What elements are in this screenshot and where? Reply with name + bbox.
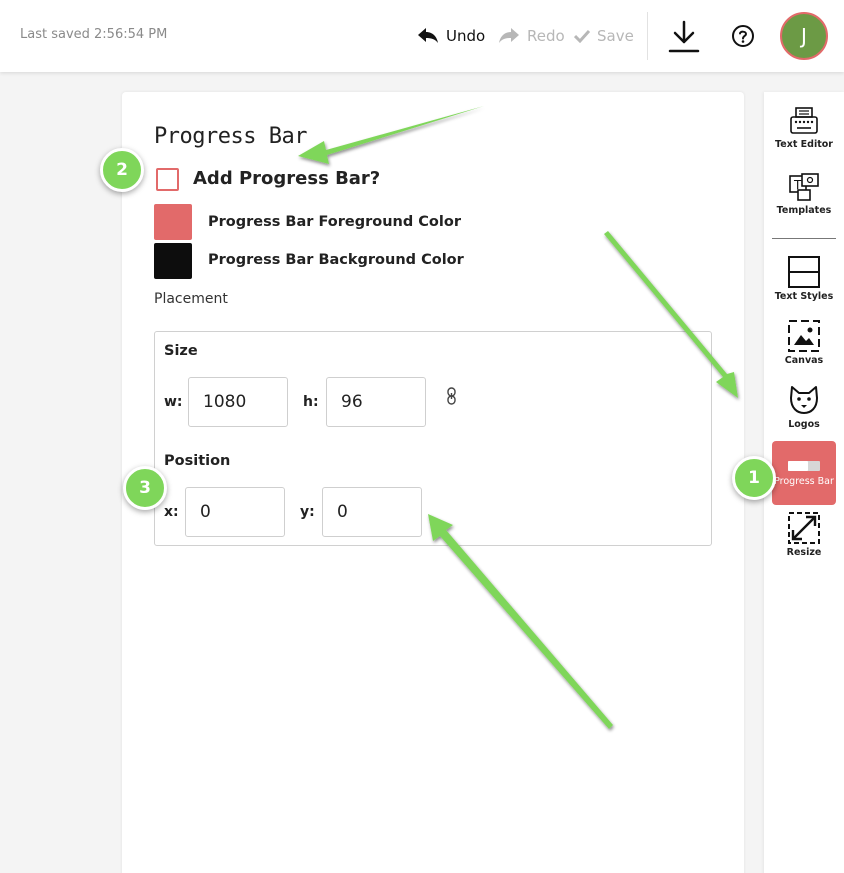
x-label: x: — [164, 504, 179, 520]
download-icon[interactable] — [668, 20, 700, 54]
background-color-swatch[interactable] — [154, 243, 192, 279]
resize-icon — [788, 512, 820, 544]
sidebar-item-label: Resize — [786, 547, 822, 558]
sidebar-item-canvas[interactable]: Canvas — [764, 320, 844, 384]
y-input[interactable] — [322, 487, 422, 537]
progress-bar-icon — [788, 461, 820, 471]
foreground-color-label: Progress Bar Foreground Color — [208, 214, 461, 230]
undo-label: Undo — [446, 27, 486, 45]
size-label: Size — [164, 343, 198, 359]
step-badge-3: 3 — [123, 466, 167, 510]
y-label: y: — [300, 504, 315, 520]
redo-icon — [499, 28, 519, 43]
position-label: Position — [164, 453, 231, 469]
foreground-color-swatch[interactable] — [154, 204, 192, 240]
sidebar-item-text-editor[interactable]: Text Editor — [764, 106, 844, 170]
toolbar-divider — [647, 12, 648, 60]
height-label: h: — [303, 394, 319, 410]
top-toolbar: Last saved 2:56:54 PM Undo Redo Save J — [0, 0, 844, 72]
sidebar-item-label: Progress Bar — [774, 476, 834, 487]
panel-title: Progress Bar — [154, 124, 307, 149]
text-styles-icon — [788, 256, 820, 288]
logos-icon — [790, 386, 818, 414]
sidebar-item-label: Text Styles — [774, 291, 834, 302]
height-input[interactable] — [326, 377, 426, 427]
sidebar-item-logos[interactable]: Logos — [764, 384, 844, 448]
undo-icon — [418, 28, 438, 43]
sidebar-item-label: Text Editor — [775, 139, 833, 150]
canvas-icon — [788, 320, 820, 352]
add-progress-bar-label: Add Progress Bar? — [193, 168, 381, 189]
placement-box: Size w: h: Position x: y: — [154, 331, 712, 546]
background-color-label: Progress Bar Background Color — [208, 252, 464, 268]
add-progress-bar-checkbox[interactable] — [156, 168, 179, 191]
width-label: w: — [164, 394, 183, 410]
x-input[interactable] — [185, 487, 285, 537]
help-icon[interactable] — [731, 24, 755, 48]
placement-label: Placement — [154, 291, 228, 307]
sidebar-item-label: Logos — [788, 419, 820, 430]
sidebar-item-text-styles[interactable]: Text Styles — [764, 256, 844, 320]
right-sidebar: Text Editor T Templates Text Styles Canv… — [764, 92, 844, 873]
templates-icon: T — [789, 173, 819, 201]
undo-button[interactable]: Undo — [417, 24, 485, 48]
step-badge-2: 2 — [100, 148, 144, 192]
save-label: Save — [597, 27, 634, 45]
sidebar-item-resize[interactable]: Resize — [764, 512, 844, 576]
sidebar-divider — [772, 238, 836, 239]
last-saved-status: Last saved 2:56:54 PM — [20, 27, 168, 42]
progress-bar-panel: Progress Bar Add Progress Bar? Progress … — [122, 92, 744, 873]
save-button[interactable]: Save — [574, 24, 634, 48]
redo-button[interactable]: Redo — [498, 24, 565, 48]
width-input[interactable] — [188, 377, 288, 427]
sidebar-item-label: Canvas — [784, 355, 824, 366]
sidebar-item-progress-bar[interactable]: Progress Bar — [772, 441, 836, 505]
step-badge-1: 1 — [732, 456, 776, 500]
typewriter-icon — [790, 107, 818, 134]
redo-label: Redo — [527, 27, 565, 45]
user-avatar[interactable]: J — [780, 12, 828, 60]
checkmark-icon — [574, 29, 590, 43]
sidebar-item-label: Templates — [776, 205, 832, 216]
link-aspect-ratio-icon[interactable] — [446, 387, 458, 405]
sidebar-item-templates[interactable]: T Templates — [764, 172, 844, 236]
